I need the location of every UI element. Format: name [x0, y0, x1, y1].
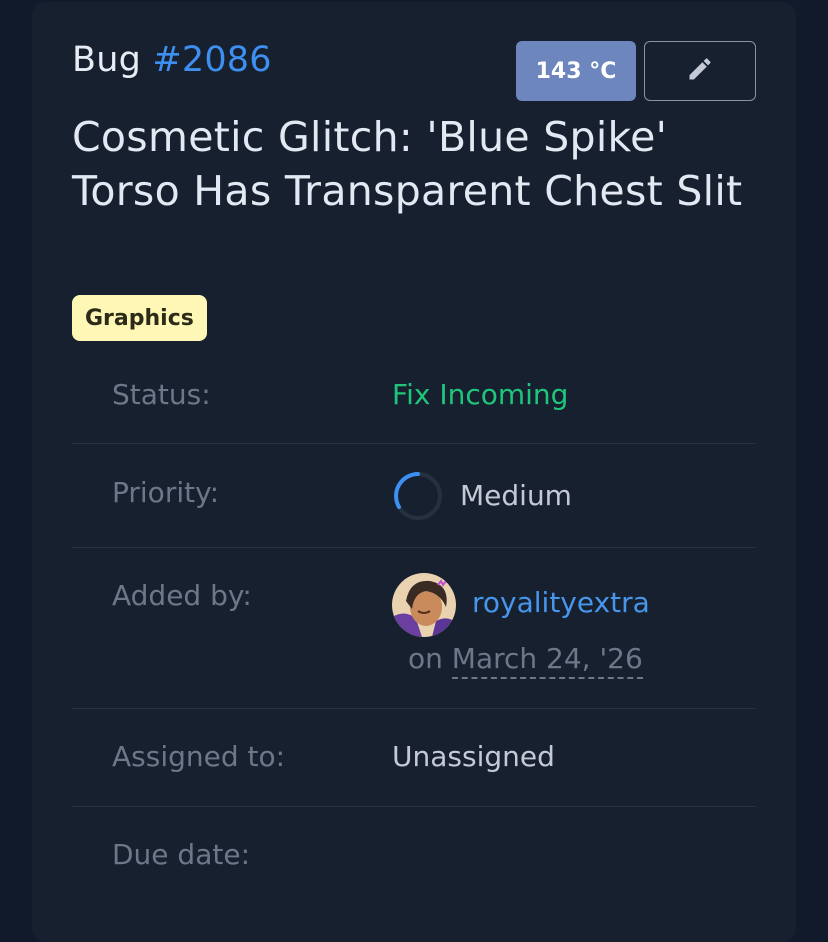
row-divider: [72, 806, 756, 807]
due-date-label: Due date:: [112, 838, 251, 871]
status-value: Fix Incoming: [392, 378, 569, 411]
pencil-icon: [686, 55, 714, 87]
bug-heading: Bug #2086: [72, 40, 272, 80]
user-avatar[interactable]: [392, 573, 456, 637]
priority-value: Medium: [460, 479, 572, 512]
row-divider: [72, 547, 756, 548]
priority-label: Priority:: [112, 476, 220, 509]
bug-prefix: Bug: [72, 40, 142, 80]
row-divider: [72, 708, 756, 709]
added-by-label: Added by:: [112, 579, 252, 612]
bug-number[interactable]: #2086: [152, 40, 271, 80]
assigned-value: Unassigned: [392, 740, 555, 773]
added-date: on March 24, '26: [408, 642, 643, 679]
category-tag[interactable]: Graphics: [72, 295, 207, 341]
assigned-label: Assigned to:: [112, 740, 286, 773]
added-on-date: March 24, '26: [451, 642, 643, 679]
row-divider: [72, 443, 756, 444]
edit-button[interactable]: [644, 41, 756, 101]
reporter-link[interactable]: royalityextra: [472, 586, 650, 619]
priority-ring-icon: [392, 470, 444, 522]
votes-button[interactable]: 143 °C: [516, 41, 636, 101]
bug-title: Cosmetic Glitch: 'Blue Spike' Torso Has …: [72, 113, 743, 215]
status-label: Status:: [112, 378, 211, 411]
added-on-prefix: on: [408, 642, 443, 675]
